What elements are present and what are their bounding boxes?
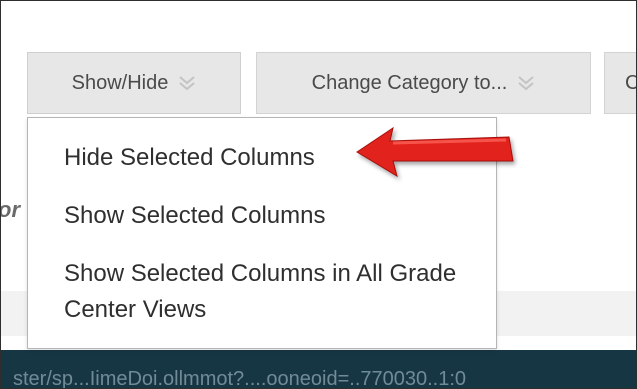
- red-pointer-arrow-icon: [356, 126, 514, 178]
- app-frame: Show/Hide Change Category to... C or: [0, 0, 637, 389]
